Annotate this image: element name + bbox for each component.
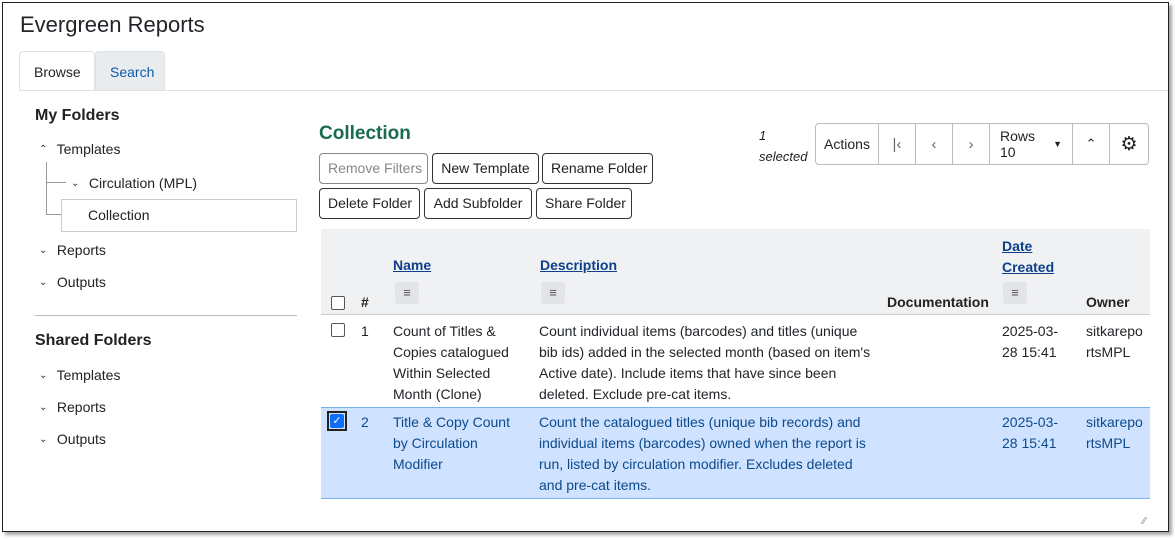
row-name: Title & Copy Count by Circulation Modifi… bbox=[393, 414, 510, 472]
column-header-number: # bbox=[361, 294, 369, 310]
chevron-down-icon[interactable]: ⌄ bbox=[39, 273, 53, 293]
grid-toolbar: Actions |‹ ‹ › Rows 10 ▼ ⌃ ⚙ bbox=[815, 123, 1149, 165]
rows-label: Rows 10 bbox=[1000, 128, 1036, 160]
share-folder-button[interactable]: Share Folder bbox=[536, 188, 632, 219]
table-row[interactable]: 1 Count of Titles & Copies catalogued Wi… bbox=[321, 317, 1150, 407]
row-number: 2 bbox=[361, 414, 369, 430]
row-owner: sitkareportsMPL bbox=[1086, 414, 1143, 451]
caret-down-icon: ▼ bbox=[1053, 139, 1062, 149]
row-name: Count of Titles & Copies catalogued With… bbox=[393, 323, 509, 402]
tree-item-circulation-mpl[interactable]: ⌄ Circulation (MPL) bbox=[71, 173, 197, 193]
column-header-owner: Owner bbox=[1086, 294, 1130, 310]
tree-item-label: Outputs bbox=[56, 431, 106, 447]
next-page-button[interactable]: › bbox=[953, 124, 990, 164]
grid-header: # Name ≡ Description ≡ Documentation Dat… bbox=[321, 229, 1150, 315]
description-filter-button[interactable]: ≡ bbox=[541, 282, 565, 304]
filter-icon: ≡ bbox=[403, 285, 411, 300]
actions-button[interactable]: Actions bbox=[816, 124, 879, 164]
row-checkbox[interactable]: ✓ bbox=[330, 414, 344, 428]
date-filter-button[interactable]: ≡ bbox=[1003, 282, 1027, 304]
tree-item-my-reports[interactable]: ⌄ Reports bbox=[39, 240, 106, 260]
gear-icon: ⚙ bbox=[1120, 133, 1138, 155]
tab-browse[interactable]: Browse bbox=[19, 51, 95, 91]
chevron-left-icon: ‹ bbox=[931, 135, 937, 153]
tree-item-label: Templates bbox=[56, 141, 121, 157]
row-description: Count individual items (barcodes) and ti… bbox=[539, 323, 871, 402]
add-subfolder-button[interactable]: Add Subfolder bbox=[424, 188, 532, 219]
tree-item-label: Reports bbox=[56, 242, 106, 258]
row-date-created: 2025-03-28 15:41 bbox=[1002, 323, 1059, 360]
tree-connector bbox=[46, 162, 47, 214]
delete-folder-button[interactable]: Delete Folder bbox=[319, 188, 420, 219]
chevron-up-icon: ⌃ bbox=[1085, 136, 1097, 151]
rename-folder-button[interactable]: Rename Folder bbox=[542, 153, 653, 184]
tab-divider bbox=[19, 90, 1168, 91]
row-number: 1 bbox=[361, 323, 369, 339]
tree-item-label: Reports bbox=[56, 399, 106, 415]
folder-title: Collection bbox=[319, 123, 411, 144]
chevron-down-icon[interactable]: ⌄ bbox=[71, 174, 85, 194]
filter-icon: ≡ bbox=[549, 285, 557, 300]
column-header-description[interactable]: Description bbox=[540, 257, 617, 273]
column-header-date-created[interactable]: Date Created bbox=[1002, 236, 1062, 278]
tree-item-my-templates[interactable]: ⌃ Templates bbox=[39, 139, 120, 159]
page-title: Evergreen Reports bbox=[20, 12, 205, 37]
tree-item-collection[interactable]: Collection bbox=[61, 199, 297, 232]
tree-item-my-outputs[interactable]: ⌄ Outputs bbox=[39, 272, 106, 292]
tree-item-shared-templates[interactable]: ⌄ Templates bbox=[39, 365, 120, 385]
tab-search[interactable]: Search bbox=[95, 51, 165, 91]
row-description: Count the catalogued titles (unique bib … bbox=[539, 414, 866, 493]
shared-folders-heading: Shared Folders bbox=[35, 332, 152, 349]
row-checkbox[interactable] bbox=[331, 323, 345, 337]
app-window: Evergreen Reports Browse Search My Folde… bbox=[2, 2, 1169, 532]
chevron-right-icon: › bbox=[968, 135, 974, 153]
row-owner: sitkareportsMPL bbox=[1086, 323, 1143, 360]
table-row[interactable]: ✓ 2 Title & Copy Count by Circulation Mo… bbox=[321, 407, 1150, 499]
remove-filters-button[interactable]: Remove Filters bbox=[319, 153, 428, 184]
tree-item-label: Circulation (MPL) bbox=[88, 175, 198, 191]
chevron-down-icon[interactable]: ⌄ bbox=[39, 398, 53, 418]
name-filter-button[interactable]: ≡ bbox=[395, 282, 419, 304]
tree-item-shared-reports[interactable]: ⌄ Reports bbox=[39, 397, 106, 417]
my-folders-heading: My Folders bbox=[35, 107, 120, 124]
column-header-documentation: Documentation bbox=[887, 294, 989, 310]
chevron-up-icon[interactable]: ⌃ bbox=[39, 140, 53, 160]
settings-button[interactable]: ⚙ bbox=[1110, 124, 1148, 164]
column-header-name[interactable]: Name bbox=[393, 257, 431, 273]
filter-icon: ≡ bbox=[1011, 285, 1019, 300]
first-page-button[interactable]: |‹ bbox=[879, 124, 916, 164]
new-template-button[interactable]: New Template bbox=[432, 153, 539, 184]
collapse-button[interactable]: ⌃ bbox=[1073, 124, 1110, 164]
select-all-checkbox[interactable] bbox=[331, 296, 345, 310]
chevron-down-icon[interactable]: ⌄ bbox=[39, 241, 53, 261]
chevron-down-icon[interactable]: ⌄ bbox=[39, 366, 53, 386]
tree-item-shared-outputs[interactable]: ⌄ Outputs bbox=[39, 429, 106, 449]
sidebar-divider bbox=[35, 315, 297, 316]
tree-item-label: Templates bbox=[56, 367, 121, 383]
row-date-created: 2025-03-28 15:41 bbox=[1002, 414, 1059, 451]
prev-page-button[interactable]: ‹ bbox=[916, 124, 953, 164]
chevron-down-icon[interactable]: ⌄ bbox=[39, 430, 53, 450]
rows-per-page-dropdown[interactable]: Rows 10 ▼ bbox=[990, 124, 1073, 164]
first-page-icon: |‹ bbox=[892, 135, 902, 153]
tree-connector bbox=[46, 182, 66, 183]
tree-connector bbox=[46, 214, 62, 215]
resize-handle-icon[interactable]: ∕∕ bbox=[1143, 516, 1146, 527]
selected-count: 1 selected bbox=[759, 128, 808, 164]
tree-item-label: Outputs bbox=[56, 274, 106, 290]
